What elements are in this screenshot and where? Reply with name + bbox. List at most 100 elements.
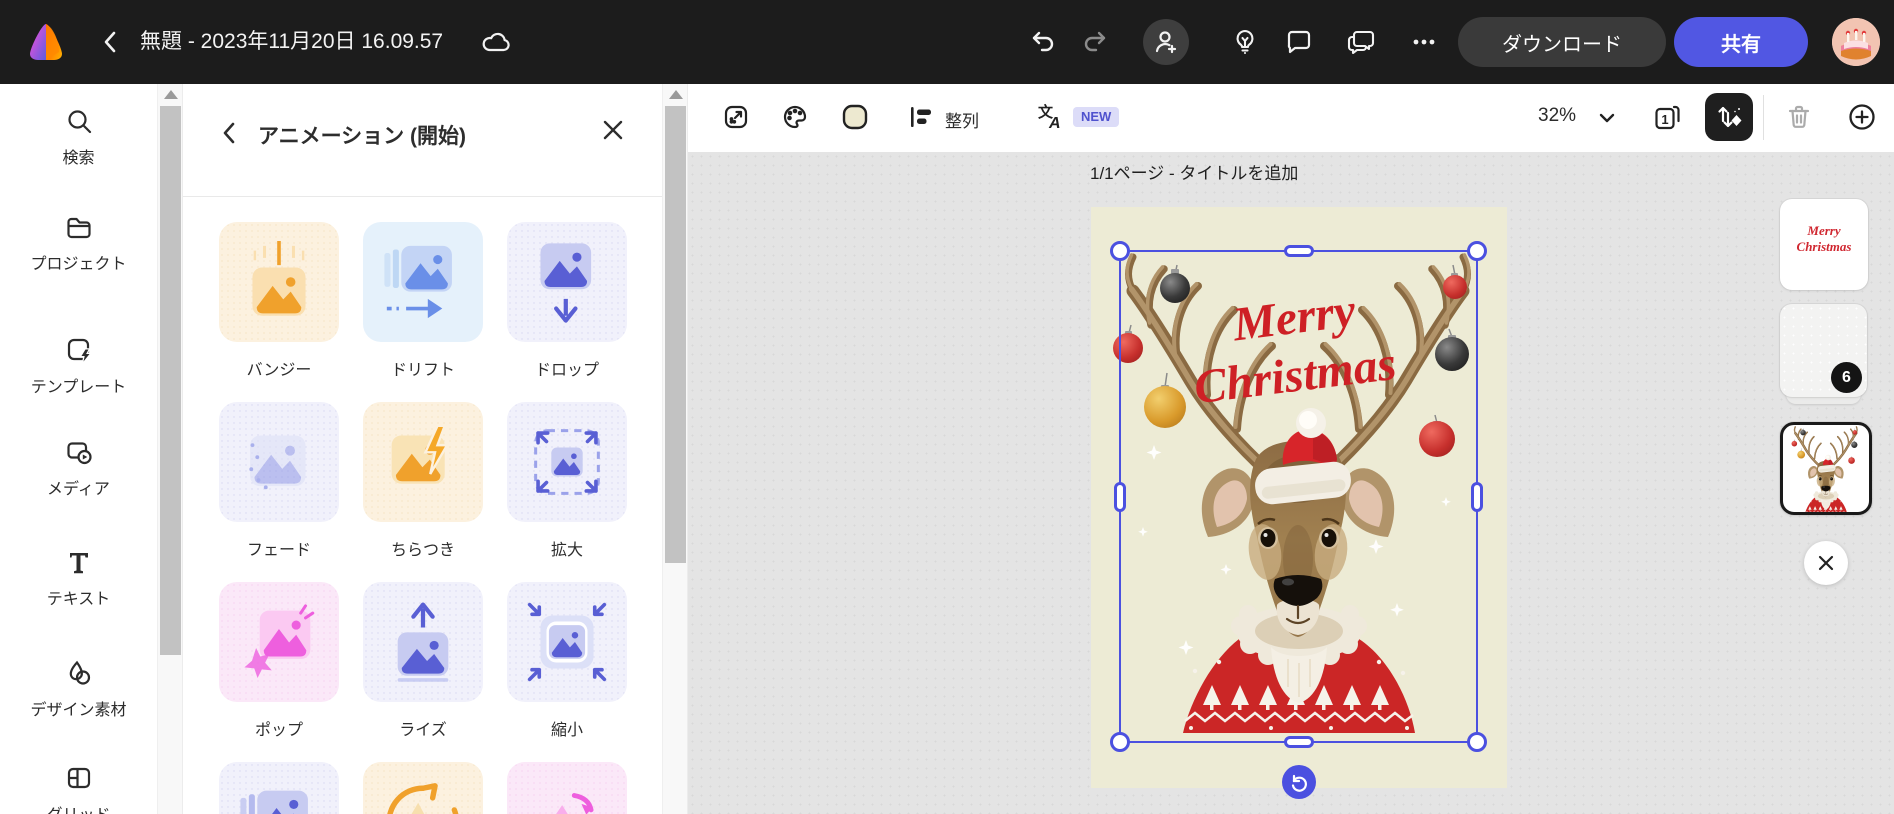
animation-tile-bungee[interactable]: バンジー — [219, 222, 339, 380]
zoom-chevron-icon[interactable] — [1597, 108, 1617, 128]
tile-label: ライズ — [399, 722, 447, 739]
delete-page-button[interactable] — [1785, 103, 1813, 131]
cloud-sync-icon — [481, 29, 513, 55]
animation-tile-drift[interactable]: ドリフト — [363, 222, 483, 380]
animation-tool-button[interactable] — [1705, 93, 1753, 141]
rail-item-label: プロジェクト — [30, 256, 127, 273]
tile-label: ドロップ — [534, 362, 599, 379]
grid-icon — [0, 763, 157, 793]
animation-tile-spin[interactable] — [363, 762, 483, 814]
animation-tile-expand[interactable]: 拡大 — [507, 402, 627, 560]
slide-animation-icon — [219, 762, 339, 814]
canvas-area[interactable]: 1/1ページ - タイトルを追加 Merry Christmas Merry C… — [688, 152, 1894, 814]
element-list-close-button[interactable] — [1804, 541, 1848, 585]
animation-tile-fade[interactable]: フェード — [219, 402, 339, 560]
rail-item-label: 検索 — [62, 150, 95, 167]
translate-button[interactable]: 文 A — [1037, 103, 1065, 131]
redo-button[interactable] — [1082, 29, 1108, 55]
rail-item-label: グリッド — [0, 807, 157, 814]
scroll-up-arrow[interactable] — [164, 90, 178, 99]
resize-handle-n[interactable] — [1283, 245, 1314, 257]
rail-item-shapes[interactable]: デザイン素材 — [0, 658, 157, 720]
resize-design-button[interactable] — [723, 104, 749, 130]
rail-item-search[interactable]: 検索 — [0, 106, 157, 168]
add-collaborator-button[interactable] — [1143, 19, 1189, 65]
rail-scrollbar[interactable] — [157, 84, 183, 814]
add-page-button[interactable] — [1848, 103, 1876, 131]
expand-animation-icon — [507, 402, 627, 522]
tile-label: バンジー — [246, 362, 312, 379]
resize-handle-s[interactable] — [1283, 736, 1314, 748]
tile-label: フェード — [246, 542, 311, 559]
resize-handle-nw[interactable] — [1110, 241, 1130, 261]
template-icon — [0, 335, 157, 365]
left-tool-rail: 検索プロジェクトテンプレートメディアテキストデザイン素材グリッド — [0, 84, 157, 814]
canvas-toolbar: 整列 文 A NEW 32% 1 — [688, 84, 1894, 152]
animation-tile-drop[interactable]: ドロップ — [507, 222, 627, 380]
undo-button[interactable] — [1030, 29, 1056, 55]
toolbar-divider — [1763, 95, 1764, 140]
idea-lightbulb-button[interactable] — [1232, 29, 1258, 55]
rail-item-media[interactable]: メディア — [0, 437, 157, 499]
page-label[interactable]: 1/1ページ - タイトルを追加 — [1090, 159, 1298, 184]
comment-button[interactable] — [1286, 29, 1312, 55]
rail-item-template[interactable]: テンプレート — [0, 335, 157, 397]
panel-scrollbar[interactable] — [662, 84, 688, 814]
align-label[interactable]: 整列 — [945, 107, 979, 132]
chat-threads-button[interactable] — [1347, 29, 1376, 55]
pop-animation-icon — [219, 582, 339, 702]
align-icon[interactable] — [908, 104, 934, 130]
animation-tile-flicker[interactable]: ちらつき — [363, 402, 483, 560]
element-thumbnail-text[interactable]: Merry Christmas — [1780, 199, 1868, 290]
resize-handle-w[interactable] — [1114, 481, 1126, 512]
pivot-animation-icon — [507, 762, 627, 814]
rail-item-label: テキスト — [46, 591, 111, 608]
media-icon — [0, 437, 157, 467]
thumb-text-line1: Merry — [1807, 223, 1841, 238]
resize-handle-se[interactable] — [1467, 732, 1487, 752]
avatar[interactable] — [1832, 18, 1880, 66]
rise-animation-icon — [363, 582, 483, 702]
download-button[interactable]: ダウンロード — [1458, 17, 1666, 67]
rail-item-folder[interactable]: プロジェクト — [0, 212, 157, 274]
share-button[interactable]: 共有 — [1674, 17, 1808, 67]
bungee-animation-icon — [219, 222, 339, 342]
panel-divider — [183, 196, 662, 197]
panel-scrollbar-thumb[interactable] — [665, 106, 686, 563]
selection-box[interactable] — [1110, 241, 1487, 799]
back-button[interactable] — [98, 29, 124, 55]
more-options-button[interactable] — [1411, 29, 1437, 55]
element-thumbnail-image-selected[interactable] — [1780, 422, 1872, 515]
panel-close-button[interactable] — [601, 118, 625, 142]
svg-text:A: A — [1048, 115, 1061, 131]
rail-item-label: デザイン素材 — [30, 702, 127, 719]
panel-back-button[interactable] — [217, 120, 243, 146]
rotate-handle[interactable] — [1281, 765, 1316, 799]
resize-handle-sw[interactable] — [1110, 732, 1130, 752]
rail-item-grid[interactable]: グリッド — [0, 763, 157, 814]
theme-palette-button[interactable] — [782, 104, 808, 130]
spin-animation-icon — [363, 762, 483, 814]
scroll-up-arrow[interactable] — [669, 90, 683, 99]
animation-tile-rise[interactable]: ライズ — [363, 582, 483, 740]
rail-scrollbar-thumb[interactable] — [160, 106, 181, 655]
background-color-swatch[interactable] — [842, 104, 868, 130]
zoom-level[interactable]: 32% — [1538, 105, 1576, 127]
top-bar: 無題 - 2023年11月20日 16.09.57 ダウンロード 共有 — [0, 0, 1894, 84]
animation-tile-pop[interactable]: ポップ — [219, 582, 339, 740]
tile-label: ドリフト — [390, 362, 455, 379]
rail-item-label: テンプレート — [30, 379, 127, 396]
express-logo[interactable] — [26, 22, 66, 62]
resize-handle-ne[interactable] — [1467, 241, 1487, 261]
rail-item-text[interactable]: テキスト — [0, 547, 157, 609]
resize-handle-e[interactable] — [1471, 481, 1483, 512]
animation-tile-shrink[interactable]: 縮小 — [507, 582, 627, 740]
pages-view-button[interactable]: 1 — [1653, 103, 1681, 131]
animation-tile-slide[interactable] — [219, 762, 339, 814]
rail-item-label: メディア — [47, 481, 110, 498]
shrink-animation-icon — [507, 582, 627, 702]
svg-text:1: 1 — [1661, 112, 1668, 127]
animation-tile-pivot[interactable] — [507, 762, 627, 814]
shapes-icon — [0, 658, 157, 688]
text-icon — [0, 547, 157, 577]
